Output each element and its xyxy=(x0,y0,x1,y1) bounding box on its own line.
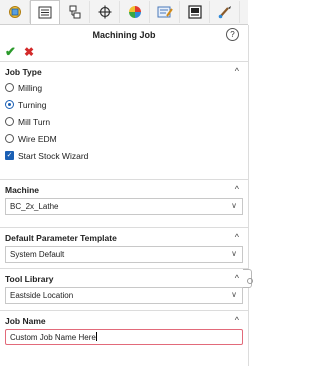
chevron-up-icon[interactable]: ^ xyxy=(235,184,239,194)
radio-label: Milling xyxy=(18,83,43,93)
machine-select[interactable]: BC_2x_Lathe ∨ xyxy=(5,198,243,215)
template-section: Default Parameter Template ^ System Defa… xyxy=(0,227,248,268)
machine-section: Machine ^ BC_2x_Lathe ∨ xyxy=(0,179,248,227)
radio-label: Mill Turn xyxy=(18,117,51,127)
tab-property-manager[interactable] xyxy=(30,0,60,24)
chevron-down-icon[interactable]: ∨ xyxy=(231,290,237,299)
action-buttons: ✔ ✖ xyxy=(0,45,248,61)
radio-button[interactable] xyxy=(5,117,14,126)
job-name-section: Job Name ^ Custom Job Name Here xyxy=(0,310,248,351)
tab-display-manager[interactable] xyxy=(120,1,150,23)
configuration-manager-icon xyxy=(69,5,80,19)
handle-dot-icon xyxy=(247,278,253,284)
chevron-up-icon[interactable]: ^ xyxy=(235,315,239,325)
cancel-button[interactable]: ✖ xyxy=(24,45,34,59)
tool-library-header[interactable]: Tool Library ^ xyxy=(0,269,248,287)
machine-header[interactable]: Machine ^ xyxy=(0,180,248,198)
section-title: Tool Library xyxy=(5,274,54,284)
chevron-up-icon[interactable]: ^ xyxy=(235,273,239,283)
radio-turning[interactable]: Turning xyxy=(0,97,248,114)
checkbox-label: Start Stock Wizard xyxy=(18,151,89,161)
checkbox-checked-icon[interactable]: ✓ xyxy=(5,151,14,160)
tab-dimxpert[interactable] xyxy=(90,1,120,23)
input-value: Custom Job Name Here xyxy=(10,332,97,342)
cam-feature-tree-icon xyxy=(157,6,173,18)
panel-header: Machining Job ? xyxy=(0,25,248,45)
radio-button-selected[interactable] xyxy=(5,100,14,109)
job-name-input[interactable]: Custom Job Name Here xyxy=(5,329,243,345)
radio-mill-turn[interactable]: Mill Turn xyxy=(0,114,248,131)
radio-label: Wire EDM xyxy=(18,134,57,144)
section-title: Job Type xyxy=(5,67,42,77)
text-caret xyxy=(95,332,97,341)
job-name-header[interactable]: Job Name ^ xyxy=(0,311,248,329)
panel-right-border xyxy=(248,25,249,366)
tab-feature-manager[interactable] xyxy=(0,1,30,23)
section-title: Job Name xyxy=(5,316,46,326)
input-text: Custom Job Name Here xyxy=(10,333,96,342)
tab-configuration-manager[interactable] xyxy=(60,1,90,23)
page-title: Machining Job xyxy=(92,30,156,40)
dimxpert-icon xyxy=(98,5,111,19)
radio-label: Turning xyxy=(18,100,47,110)
manager-tabs xyxy=(0,0,248,25)
tab-cam-feature-tree[interactable] xyxy=(150,1,180,23)
chevron-up-icon[interactable]: ^ xyxy=(235,66,239,76)
feature-manager-icon xyxy=(8,6,21,18)
tool-library-section: Tool Library ^ Eastside Location ∨ xyxy=(0,268,248,310)
radio-button[interactable] xyxy=(5,83,14,92)
select-value: Eastside Location xyxy=(10,291,74,300)
select-value: BC_2x_Lathe xyxy=(10,202,59,211)
select-value: System Default xyxy=(10,250,65,259)
radio-wire-edm[interactable]: Wire EDM xyxy=(0,131,248,148)
template-header[interactable]: Default Parameter Template ^ xyxy=(0,228,248,246)
cam-operation-tree-icon xyxy=(187,5,202,19)
ok-button[interactable]: ✔ xyxy=(5,45,16,59)
section-title: Machine xyxy=(5,185,40,195)
tool-library-select[interactable]: Eastside Location ∨ xyxy=(5,287,243,304)
job-type-section: Job Type ^ Milling Turning Mill Turn Wir… xyxy=(0,61,248,179)
section-title: Default Parameter Template xyxy=(5,233,117,243)
start-stock-wizard-checkbox[interactable]: ✓ Start Stock Wizard xyxy=(0,148,248,165)
help-icon[interactable]: ? xyxy=(226,28,239,41)
display-manager-icon xyxy=(128,6,141,18)
chevron-up-icon[interactable]: ^ xyxy=(235,232,239,242)
chevron-down-icon[interactable]: ∨ xyxy=(231,201,237,210)
tab-cam-operation-tree[interactable] xyxy=(180,1,210,23)
radio-button[interactable] xyxy=(5,134,14,143)
cam-toolpath-icon xyxy=(218,6,231,19)
property-manager-icon xyxy=(38,6,52,19)
template-select[interactable]: System Default ∨ xyxy=(5,246,243,263)
property-manager-panel: Machining Job ? ✔ ✖ Job Type ^ Milling T… xyxy=(0,25,248,351)
job-type-header[interactable]: Job Type ^ xyxy=(0,62,248,80)
chevron-down-icon[interactable]: ∨ xyxy=(231,249,237,258)
radio-milling[interactable]: Milling xyxy=(0,80,248,97)
tab-cam-toolpath[interactable] xyxy=(210,1,240,23)
